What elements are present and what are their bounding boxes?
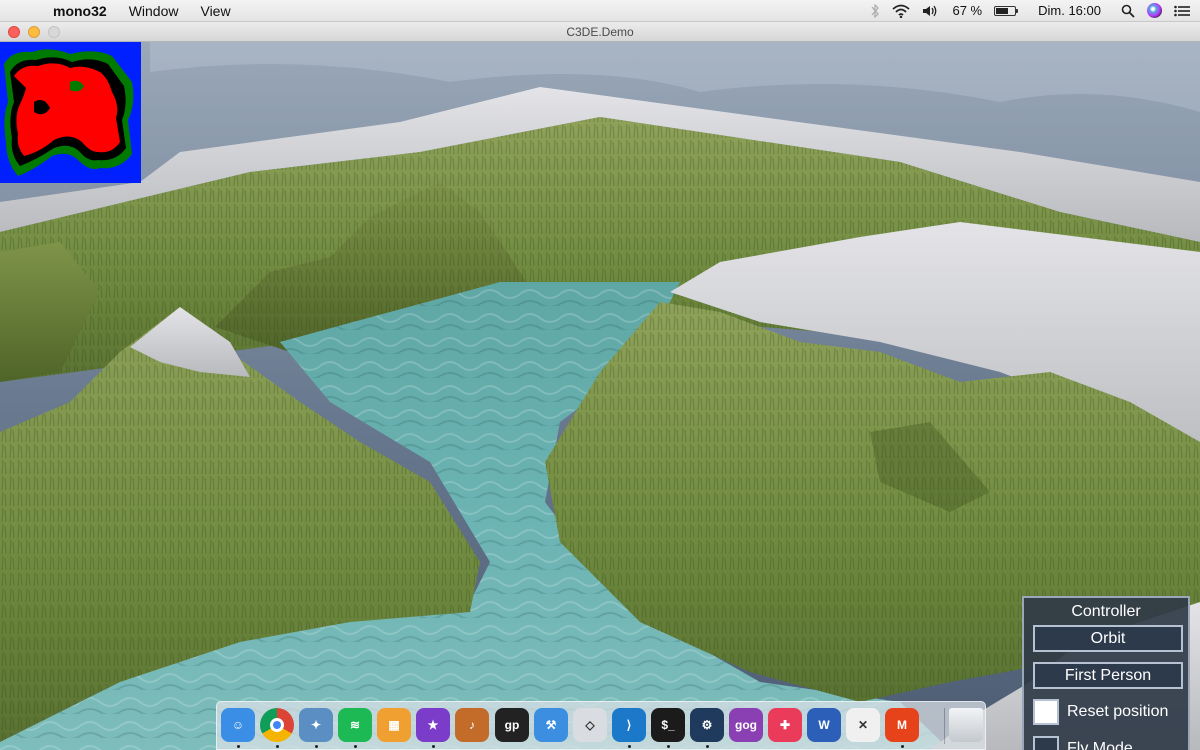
3d-viewport[interactable] bbox=[0, 42, 1200, 750]
imovie-icon[interactable]: ★ bbox=[416, 708, 450, 742]
vscode-icon[interactable]: ⟩ bbox=[612, 708, 646, 742]
terrain-scene bbox=[0, 42, 1200, 750]
gog-icon[interactable]: gog bbox=[729, 708, 763, 742]
menu-app-name[interactable]: mono32 bbox=[42, 0, 118, 22]
controller-title: Controller bbox=[1071, 603, 1141, 620]
fly-mode-label: Fly Mode bbox=[1067, 740, 1133, 750]
trash-icon[interactable] bbox=[949, 708, 983, 742]
reset-position-checkbox-row[interactable]: Reset position bbox=[1033, 699, 1168, 725]
finder-icon[interactable]: ☺ bbox=[221, 708, 255, 742]
orbit-button[interactable]: Orbit bbox=[1033, 625, 1183, 652]
xcode-icon[interactable]: ⚒ bbox=[534, 708, 568, 742]
bluetooth-icon[interactable] bbox=[870, 0, 880, 22]
first-person-button[interactable]: First Person bbox=[1033, 662, 1183, 689]
window-titlebar[interactable]: C3DE.Demo bbox=[0, 22, 1200, 42]
dock: ☺ ✦ ≋ ▦ ★ ♪ gp ⚒ ◇ ⟩ $_ ⚙ gog ✚ W ✕ M bbox=[216, 701, 986, 750]
volume-icon[interactable] bbox=[922, 0, 940, 22]
steam-icon[interactable]: ⚙ bbox=[690, 708, 724, 742]
wifi-icon[interactable] bbox=[892, 0, 911, 22]
battery-percent: 67 % bbox=[952, 3, 983, 18]
word-icon[interactable]: W bbox=[807, 708, 841, 742]
photos-icon[interactable]: ▦ bbox=[377, 708, 411, 742]
terrain-minimap bbox=[0, 42, 141, 183]
running-indicator bbox=[276, 745, 279, 748]
unity-icon[interactable]: ◇ bbox=[573, 708, 607, 742]
terminal-icon[interactable]: $_ bbox=[651, 708, 685, 742]
running-indicator bbox=[354, 745, 357, 748]
app-window: C3DE.Demo bbox=[0, 22, 1200, 750]
running-indicator bbox=[432, 745, 435, 748]
controller-panel: Controller Orbit First Person Reset posi… bbox=[1022, 596, 1190, 750]
preview-icon[interactable]: ✦ bbox=[299, 708, 333, 742]
menubar: mono32 Window View 67 % Dim. 16:00 bbox=[0, 0, 1200, 22]
running-indicator bbox=[628, 745, 631, 748]
running-indicator bbox=[706, 745, 709, 748]
reset-position-label: Reset position bbox=[1067, 703, 1169, 720]
menu-view[interactable]: View bbox=[189, 0, 241, 22]
battery-fill bbox=[996, 7, 1009, 14]
menu-window[interactable]: Window bbox=[118, 0, 190, 22]
reset-position-checkbox[interactable] bbox=[1033, 699, 1059, 725]
guitar-pro-icon[interactable]: gp bbox=[495, 708, 529, 742]
monogame-icon[interactable]: M bbox=[885, 708, 919, 742]
spotlight-search-icon[interactable] bbox=[1121, 0, 1135, 22]
garageband-icon[interactable]: ♪ bbox=[455, 708, 489, 742]
notification-center-icon[interactable] bbox=[1174, 0, 1190, 22]
battery-icon[interactable] bbox=[994, 5, 1019, 16]
fly-mode-checkbox[interactable] bbox=[1033, 736, 1059, 750]
window-title: C3DE.Demo bbox=[566, 25, 634, 39]
game-center-icon[interactable]: ✚ bbox=[768, 708, 802, 742]
spotify-icon[interactable]: ≋ bbox=[338, 708, 372, 742]
clock[interactable]: Dim. 16:00 bbox=[1038, 3, 1101, 18]
xamarin-icon[interactable]: ✕ bbox=[846, 708, 880, 742]
running-indicator bbox=[315, 745, 318, 748]
dock-separator bbox=[944, 708, 945, 744]
siri-icon[interactable] bbox=[1147, 0, 1162, 22]
fly-mode-checkbox-row[interactable]: Fly Mode bbox=[1033, 736, 1133, 750]
chrome-icon[interactable] bbox=[260, 708, 294, 742]
running-indicator bbox=[237, 745, 240, 748]
running-indicator bbox=[667, 745, 670, 748]
running-indicator bbox=[901, 745, 904, 748]
